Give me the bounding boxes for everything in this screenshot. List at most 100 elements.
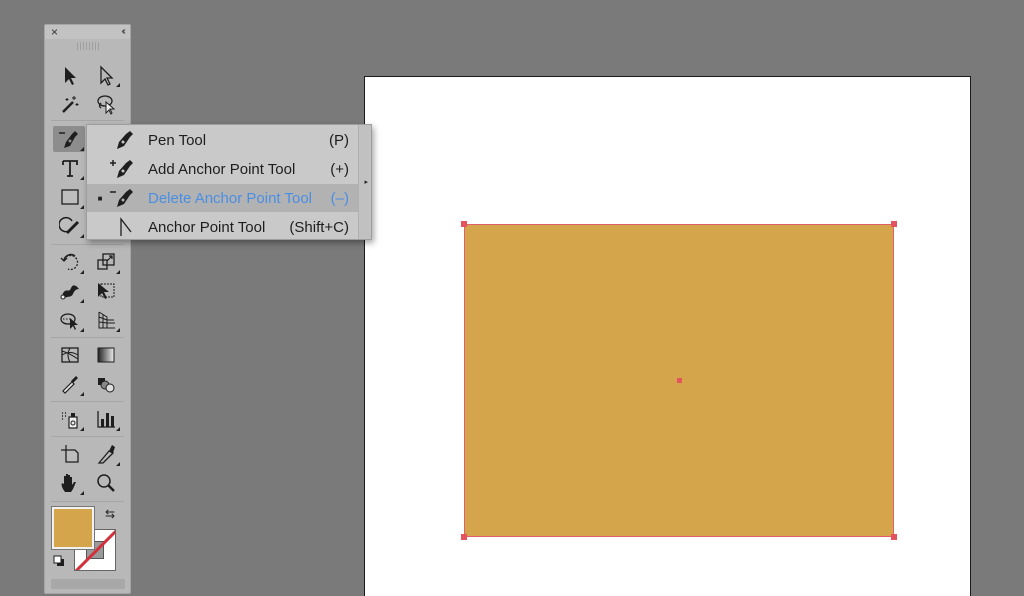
- mesh-icon: [61, 347, 79, 363]
- shaper-tool[interactable]: [55, 213, 85, 239]
- separator: [51, 501, 124, 502]
- lasso-tool[interactable]: [91, 91, 121, 117]
- scale-icon: [97, 253, 115, 270]
- delete-anchor-point-tool[interactable]: [53, 126, 85, 152]
- flyout-indicator: [80, 270, 84, 274]
- flyout-indicator: [116, 270, 120, 274]
- delete-anchor-pen-icon: [110, 189, 133, 207]
- default-fill-stroke-icon[interactable]: [53, 555, 65, 567]
- menu-item-label: Delete Anchor Point Tool: [148, 189, 312, 207]
- rotate-icon: [60, 253, 79, 271]
- collapse-icon[interactable]: ‹‹: [121, 25, 125, 39]
- menu-item-anchor-point-tool[interactable]: Anchor Point Tool (Shift+C): [87, 213, 359, 241]
- flyout-indicator: [80, 299, 84, 303]
- mesh-tool[interactable]: [55, 342, 85, 368]
- hand-icon: [61, 474, 76, 492]
- menu-item-shortcut: (–): [330, 189, 349, 207]
- flyout-indicator: [116, 328, 120, 332]
- separator: [51, 244, 124, 245]
- perspective-grid-tool[interactable]: [91, 307, 121, 333]
- menu-item-label: Anchor Point Tool: [148, 218, 266, 236]
- free-transform-tool[interactable]: [91, 278, 121, 304]
- separator: [51, 401, 124, 402]
- anchor-point-top-left[interactable]: [461, 221, 467, 227]
- separator: [51, 337, 124, 338]
- type-tool[interactable]: [55, 155, 85, 181]
- scale-tool[interactable]: [91, 249, 121, 275]
- separator: [51, 120, 124, 121]
- flyout-indicator: [116, 427, 120, 431]
- menu-item-add-anchor-point-tool[interactable]: Add Anchor Point Tool (+): [87, 155, 359, 183]
- slice-icon: [97, 445, 115, 464]
- pen-tool-flyout-menu: Pen Tool (P) Add Anchor Point Tool (+) ■…: [86, 124, 372, 240]
- fill-swatch[interactable]: [51, 506, 95, 550]
- gradient-icon: [97, 347, 115, 363]
- menu-item-shortcut: (Shift+C): [289, 218, 349, 236]
- flyout-indicator: [80, 427, 84, 431]
- column-graph-tool[interactable]: [91, 406, 121, 432]
- anchor-point-bottom-right[interactable]: [891, 534, 897, 540]
- magic-wand-tool[interactable]: [55, 91, 85, 117]
- menu-item-label: Pen Tool: [148, 131, 207, 149]
- swap-fill-stroke-icon[interactable]: ⇆: [105, 507, 115, 521]
- gradient-tool[interactable]: [91, 342, 121, 368]
- delete-anchor-pen-icon: [59, 131, 78, 148]
- menu-item-label: Add Anchor Point Tool: [148, 160, 296, 178]
- rotate-tool[interactable]: [55, 249, 85, 275]
- shape-builder-tool[interactable]: [55, 307, 85, 333]
- flyout-indicator: [80, 392, 84, 396]
- direct-selection-tool[interactable]: [91, 62, 121, 88]
- menu-item-pen-tool[interactable]: Pen Tool (P): [87, 126, 359, 154]
- symbol-sprayer-icon: [62, 412, 78, 429]
- pen-icon: [117, 131, 133, 149]
- anchor-point-icon: [120, 217, 132, 236]
- artboard-icon: [61, 445, 79, 463]
- menu-item-check: ■: [97, 193, 103, 203]
- flyout-indicator: [80, 176, 84, 180]
- zoom-icon: [97, 474, 115, 492]
- rectangle-icon: [61, 189, 79, 205]
- close-icon[interactable]: ×: [51, 25, 58, 39]
- width-tool[interactable]: [55, 278, 85, 304]
- color-mode-buttons[interactable]: [51, 579, 125, 589]
- flyout-indicator: [80, 328, 84, 332]
- artboard-tool[interactable]: [55, 441, 85, 467]
- zoom-tool[interactable]: [91, 470, 121, 496]
- separator: [51, 436, 124, 437]
- tearoff-bar[interactable]: ▸: [358, 125, 371, 239]
- anchor-point-bottom-left[interactable]: [461, 534, 467, 540]
- flyout-indicator: [80, 147, 84, 151]
- direct-selection-arrow-icon: [100, 65, 114, 86]
- hand-tool[interactable]: [55, 470, 85, 496]
- column-graph-icon: [97, 411, 115, 428]
- symbol-sprayer-tool[interactable]: [55, 406, 85, 432]
- shape-builder-icon: [60, 313, 78, 330]
- type-icon: [62, 160, 78, 177]
- center-point: [677, 378, 682, 383]
- menu-item-shortcut: (P): [329, 131, 349, 149]
- eyedropper-icon: [62, 376, 78, 394]
- tearoff-arrow-icon: ▸: [364, 179, 368, 186]
- eyedropper-tool[interactable]: [55, 371, 85, 397]
- menu-item-delete-anchor-point-tool[interactable]: ■ Delete Anchor Point Tool (–): [87, 184, 359, 212]
- selection-tool[interactable]: [55, 62, 85, 88]
- slice-tool[interactable]: [91, 441, 121, 467]
- flyout-indicator: [80, 491, 84, 495]
- tools-panel-header[interactable]: × ‹‹: [45, 25, 130, 39]
- perspective-grid-icon: [98, 311, 115, 329]
- lasso-icon: [97, 95, 116, 115]
- drag-grip[interactable]: [76, 42, 99, 50]
- rectangle-tool[interactable]: [55, 184, 85, 210]
- artboard[interactable]: [364, 76, 971, 596]
- anchor-point-top-right[interactable]: [891, 221, 897, 227]
- blend-icon: [98, 378, 115, 393]
- flyout-indicator: [80, 234, 84, 238]
- flyout-indicator: [116, 462, 120, 466]
- flyout-indicator: [116, 83, 120, 87]
- width-icon: [60, 285, 79, 300]
- tools-panel: × ‹‹ ⇆: [44, 24, 131, 594]
- add-anchor-pen-icon: [110, 160, 133, 178]
- blend-tool[interactable]: [91, 371, 121, 397]
- flyout-indicator: [80, 205, 84, 209]
- magic-wand-icon: [62, 96, 79, 113]
